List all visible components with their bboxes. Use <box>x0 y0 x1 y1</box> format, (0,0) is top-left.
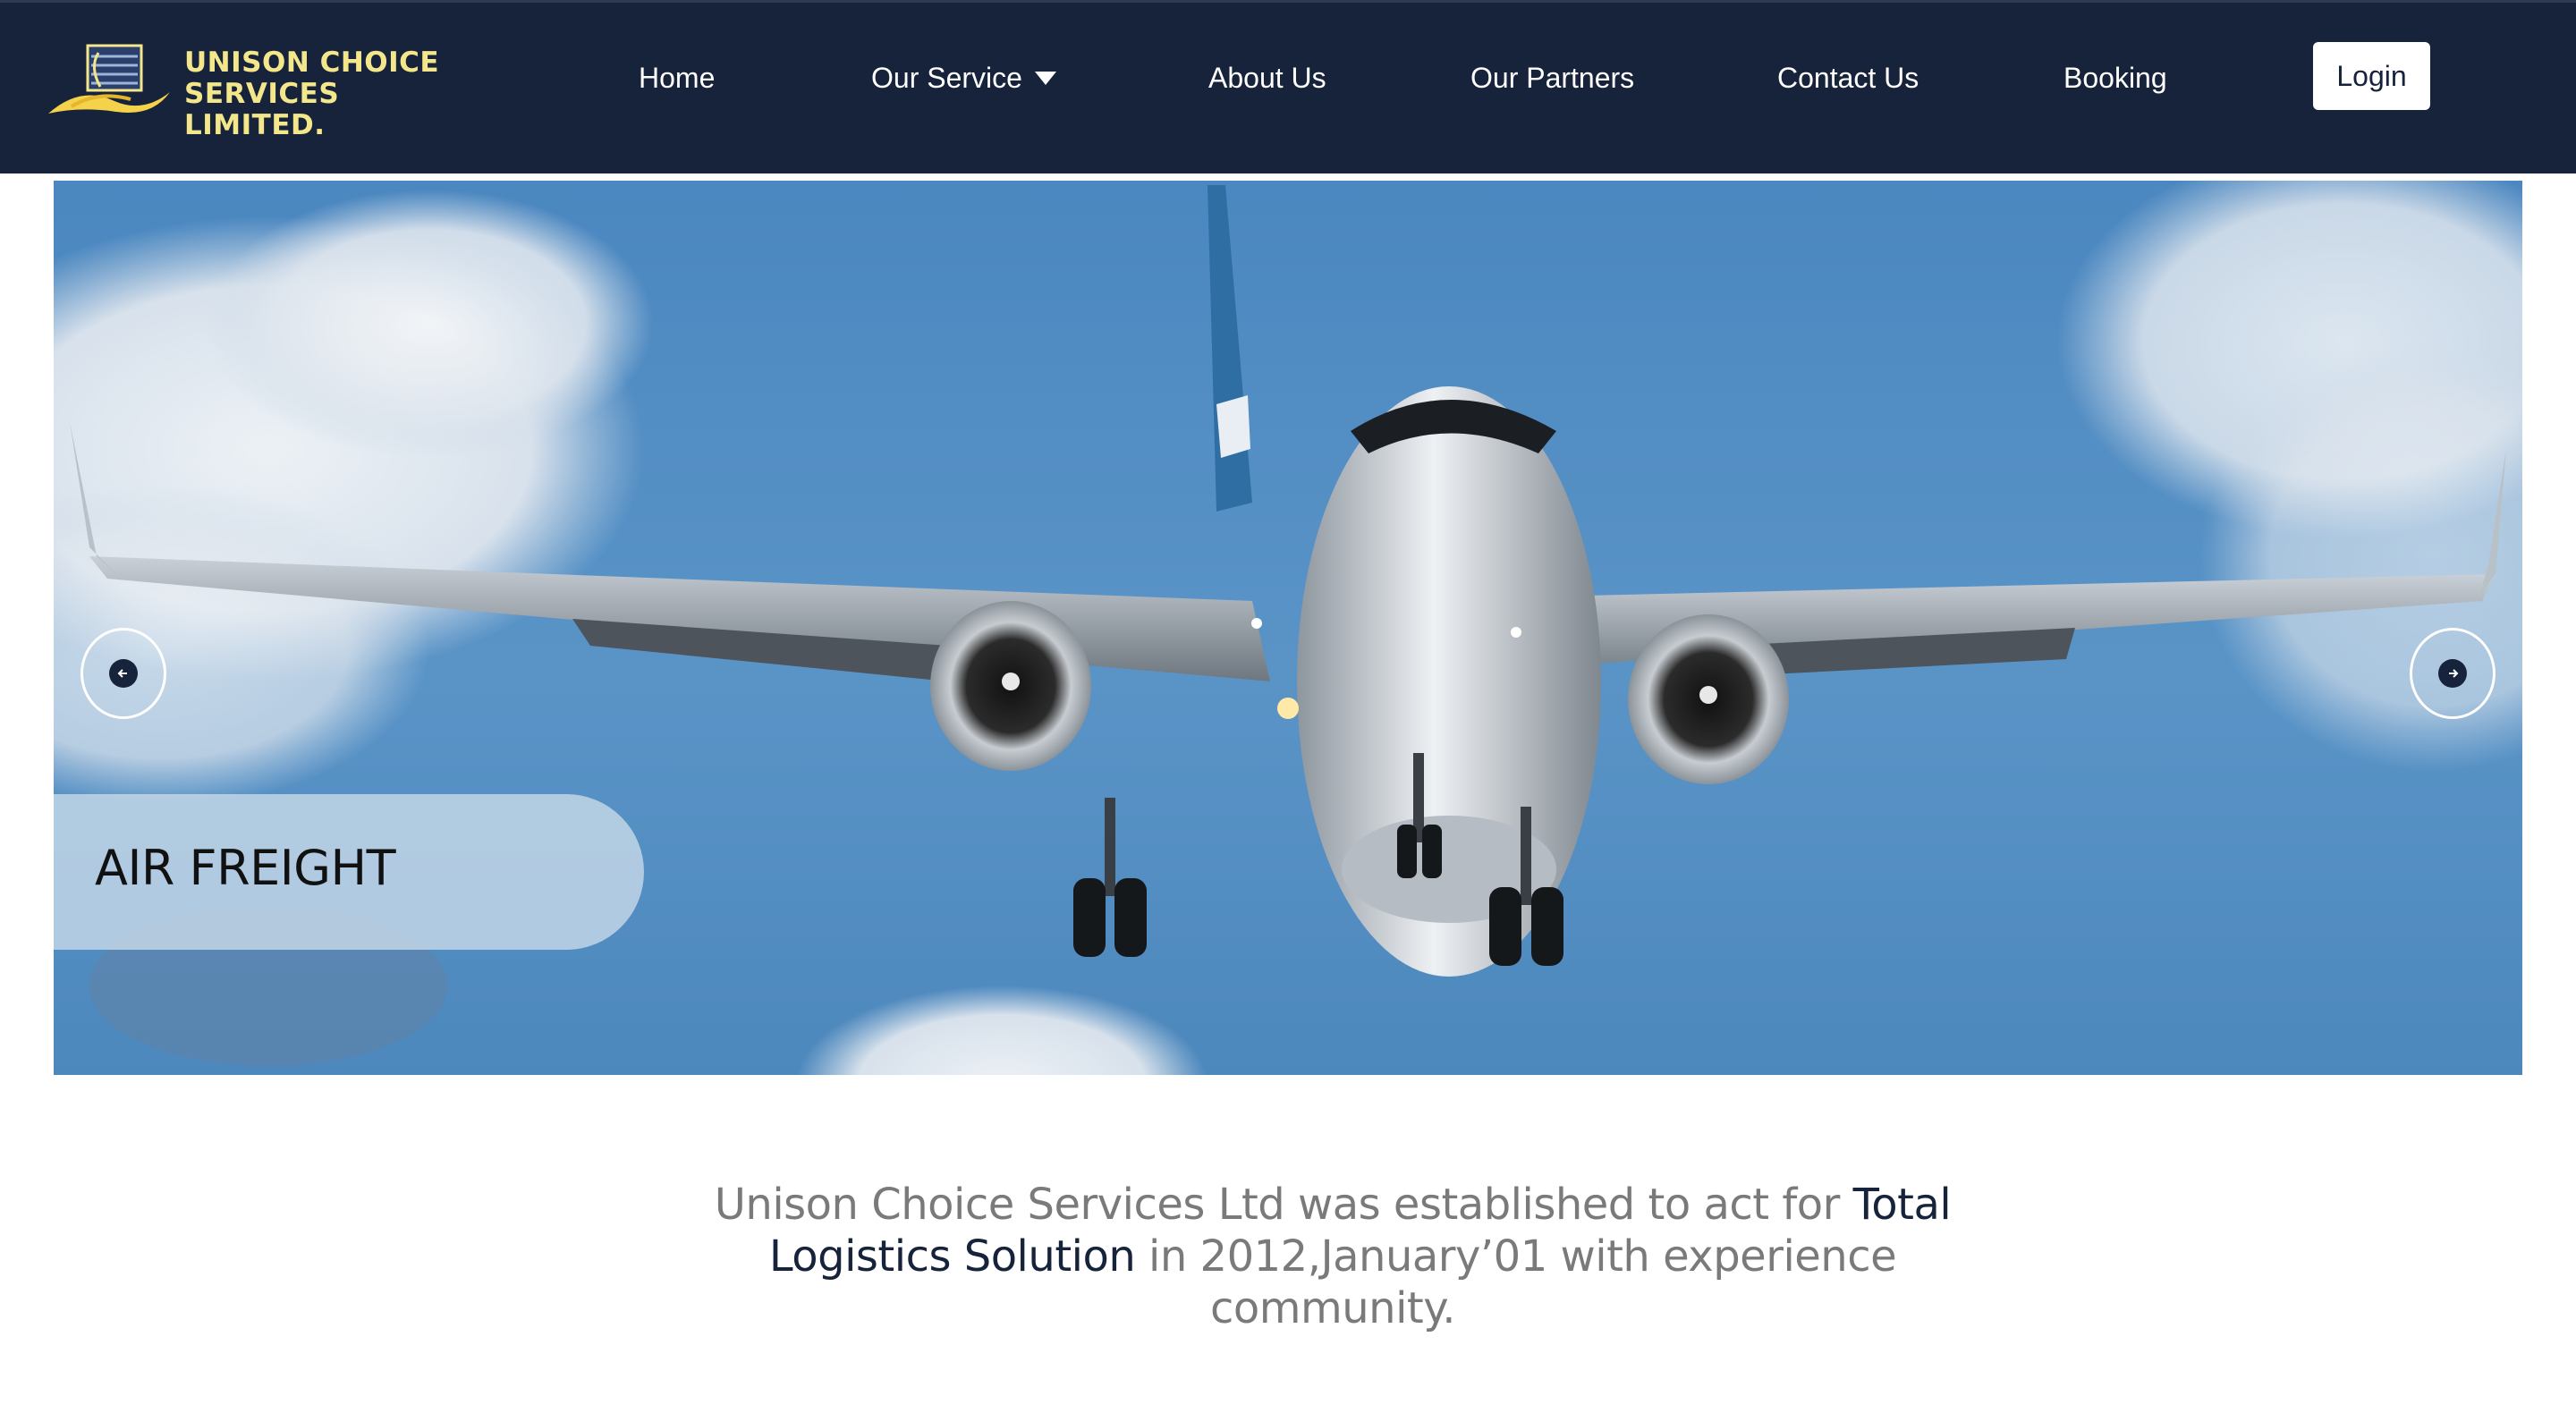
slide-title: AIR FREIGHT <box>95 840 396 896</box>
nav-contact-us[interactable]: Contact Us <box>1777 60 1919 96</box>
intro-text-2: in 2012,January’01 with experience commu… <box>1135 1231 1897 1333</box>
nav-booking[interactable]: Booking <box>2063 60 2167 96</box>
globe-wave-logo-icon <box>48 44 170 114</box>
slide-caption: AIR FREIGHT <box>54 794 644 950</box>
slider-prev-button[interactable] <box>80 628 166 719</box>
arrow-left-icon <box>109 659 138 688</box>
nav-about-us[interactable]: About Us <box>1208 60 1326 96</box>
nav-our-service[interactable]: Our Service <box>871 60 1056 96</box>
hero-slider: AIR FREIGHT <box>54 181 2522 1075</box>
brand-logo[interactable]: UNISON CHOICE SERVICES LIMITED. <box>45 40 456 141</box>
top-navbar: UNISON CHOICE SERVICES LIMITED. Home Our… <box>0 0 2576 173</box>
brand-name: UNISON CHOICE SERVICES LIMITED. <box>184 47 456 141</box>
caret-down-icon <box>1034 71 1056 85</box>
arrow-right-icon <box>2438 659 2467 688</box>
login-button[interactable]: Login <box>2313 42 2430 110</box>
nav-our-partners[interactable]: Our Partners <box>1470 60 1634 96</box>
brand-line-2: SERVICES LIMITED. <box>184 78 340 141</box>
nav-our-service-label: Our Service <box>871 62 1022 94</box>
intro-text-1: Unison Choice Services Ltd was establish… <box>714 1180 1853 1230</box>
nav-home[interactable]: Home <box>639 60 715 96</box>
company-intro: Unison Choice Services Ltd was establish… <box>707 1179 1959 1334</box>
slider-next-button[interactable] <box>2410 628 2496 719</box>
brand-line-1: UNISON CHOICE <box>184 47 440 79</box>
